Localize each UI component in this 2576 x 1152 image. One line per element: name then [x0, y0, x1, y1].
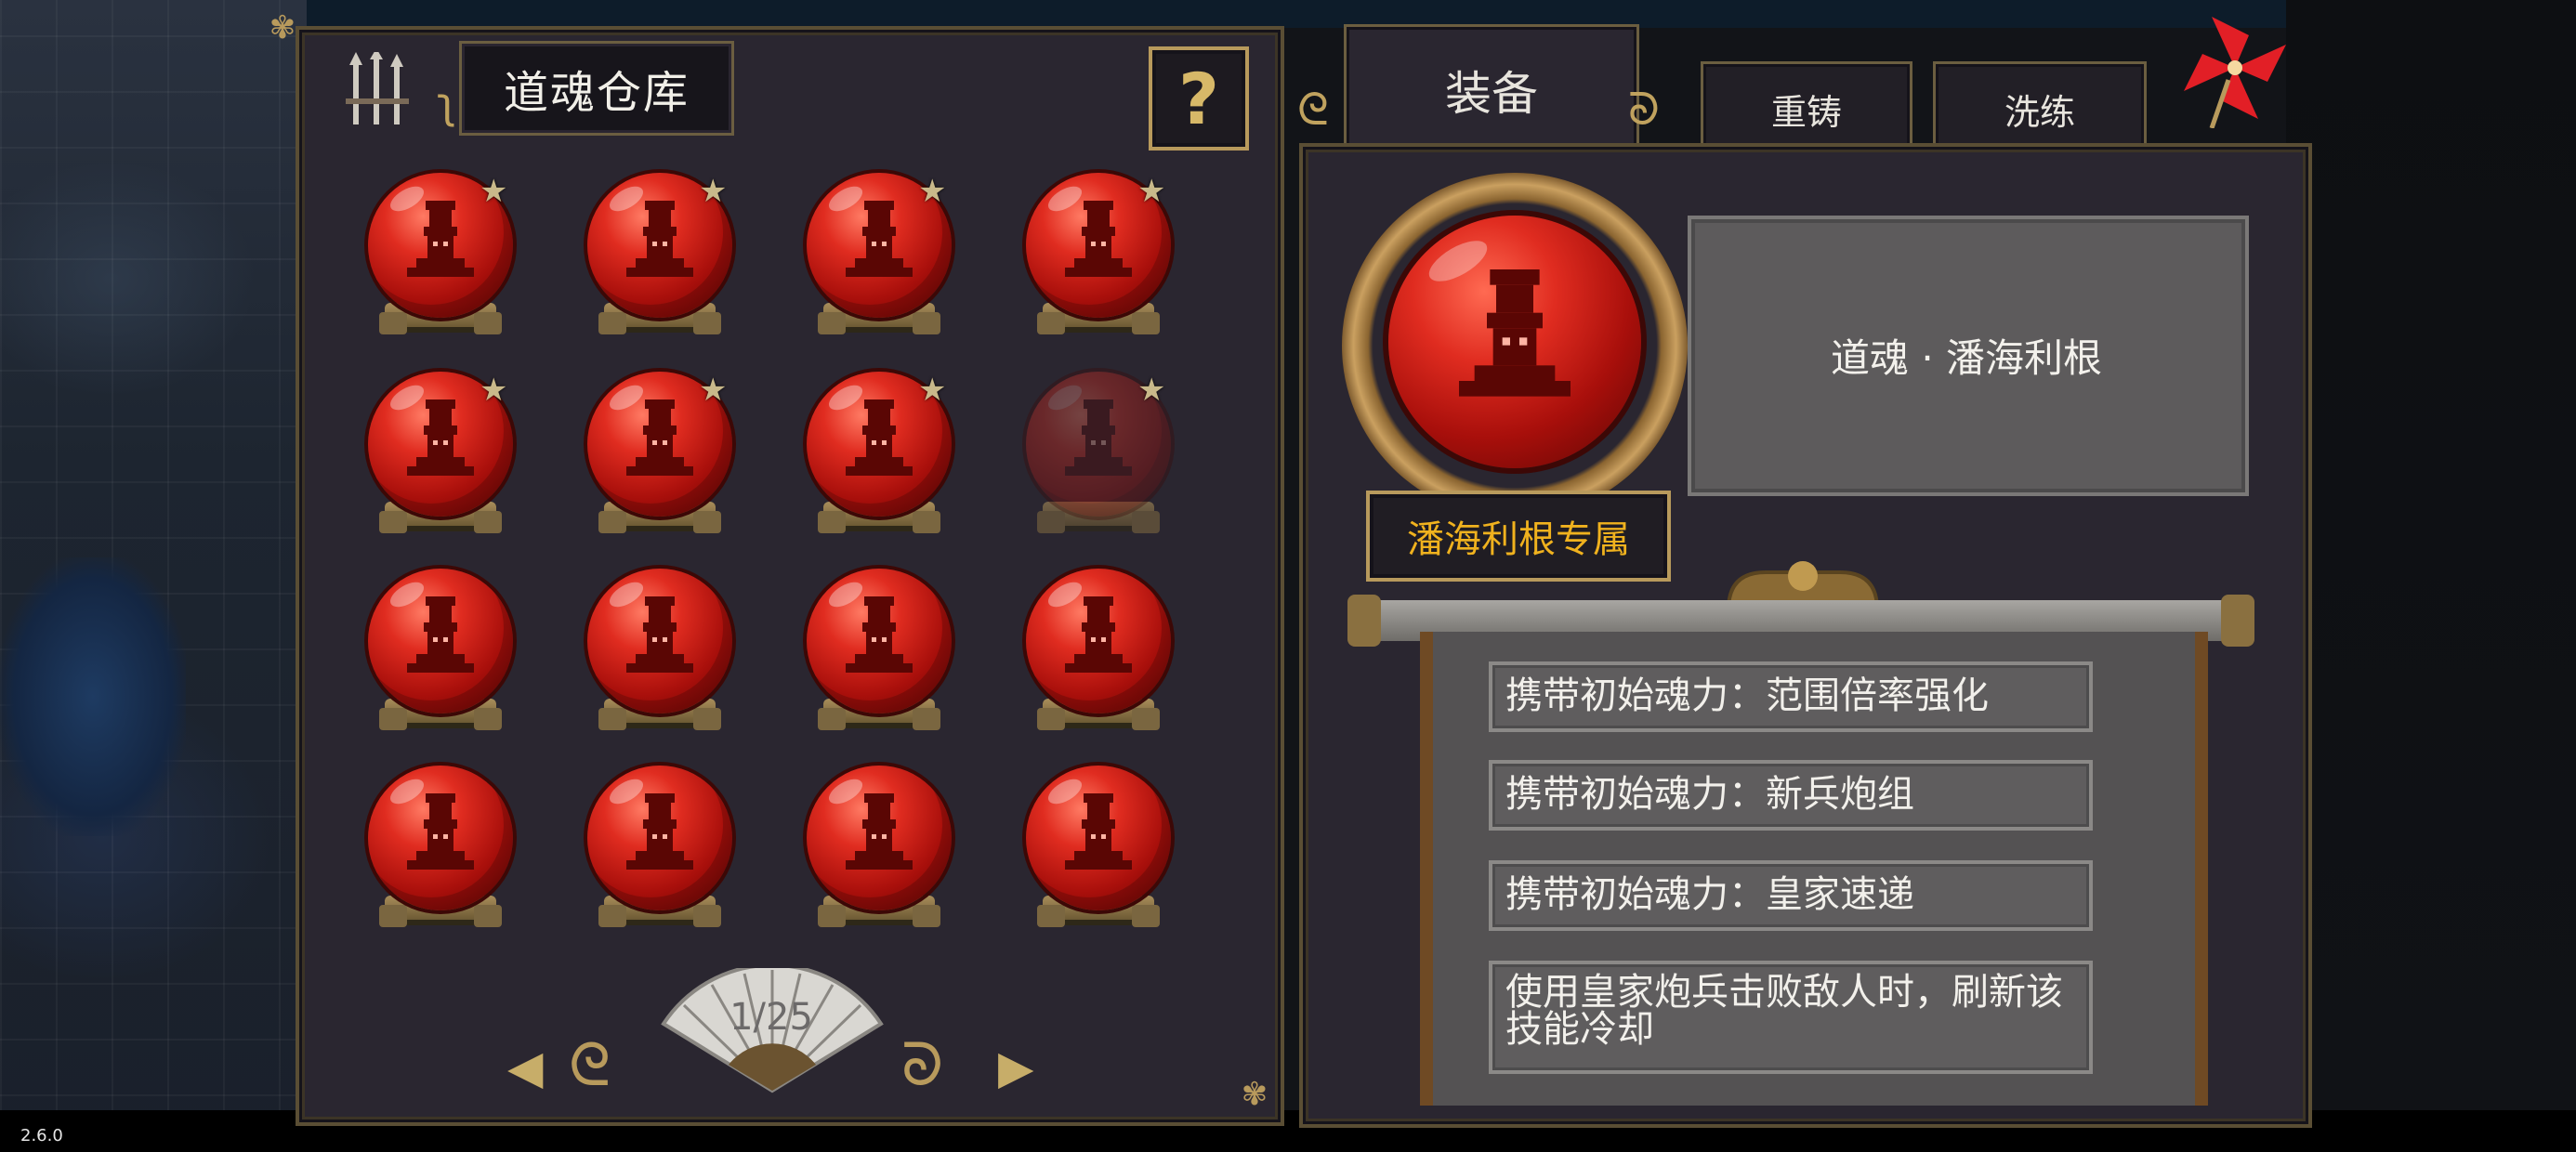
soul-slot[interactable]: ★	[335, 362, 513, 548]
soul-orb-icon	[807, 766, 952, 910]
soul-slot[interactable]	[335, 559, 513, 745]
soul-slot[interactable]: ★	[992, 362, 1171, 548]
soul-slot[interactable]: ★	[992, 164, 1171, 349]
soul-slot[interactable]	[554, 756, 732, 942]
soul-slot[interactable]	[554, 559, 732, 745]
warehouse-title-box: 道魂仓库	[459, 41, 734, 136]
right-background	[2286, 0, 2576, 1152]
soldier-glyph-icon	[1459, 269, 1571, 397]
next-page-arrow-icon[interactable]: ▶	[998, 1041, 1033, 1094]
soul-slot[interactable]: ★	[554, 164, 732, 349]
exclusive-badge: 潘海利根专属	[1366, 491, 1671, 582]
soul-orb-icon	[368, 569, 513, 713]
swirl-ornament-icon: ᘐ	[901, 1031, 944, 1100]
star-icon: ★	[918, 372, 947, 409]
soldier-glyph-icon	[846, 596, 913, 673]
soldier-glyph-icon	[626, 399, 693, 476]
tab-ornament-icon: ᘓ	[1297, 84, 1329, 136]
warehouse-title: 道魂仓库	[503, 67, 690, 119]
soul-slot[interactable]	[992, 756, 1171, 942]
tab-recast[interactable]: 重铸	[1701, 61, 1912, 156]
soul-slot[interactable]	[335, 756, 513, 942]
soul-orb-icon	[587, 569, 732, 713]
soul-slot[interactable]: ★	[773, 362, 952, 548]
help-button[interactable]: ?	[1149, 46, 1249, 151]
title-scroll-icon: ʅ	[437, 78, 457, 128]
effect-row: 携带初始魂力：新兵炮组	[1489, 760, 2093, 831]
star-icon: ★	[1137, 173, 1166, 210]
tab-equip[interactable]: 装备	[1344, 24, 1639, 156]
soldier-glyph-icon	[846, 793, 913, 870]
soldier-glyph-icon	[626, 793, 693, 870]
tab-ornament-icon: ᘐ	[1628, 84, 1660, 136]
soldier-glyph-icon	[1065, 596, 1132, 673]
scroll-knob-right	[2221, 595, 2254, 647]
top-strip	[307, 0, 2305, 28]
soul-slot[interactable]	[773, 756, 952, 942]
soul-slot[interactable]	[992, 559, 1171, 745]
soldier-glyph-icon	[846, 399, 913, 476]
star-icon: ★	[918, 173, 947, 210]
effect-row: 携带初始魂力：皇家速递	[1489, 860, 2093, 931]
player-character	[0, 557, 186, 836]
scroll-knob-left	[1347, 595, 1381, 647]
soldier-glyph-icon	[407, 399, 474, 476]
soldier-glyph-icon	[407, 201, 474, 277]
star-icon: ★	[480, 173, 508, 210]
soldier-glyph-icon	[1065, 793, 1132, 870]
soldier-glyph-icon	[407, 793, 474, 870]
soldier-glyph-icon	[1065, 201, 1132, 277]
close-pinwheel-icon[interactable]	[2175, 7, 2295, 128]
soldier-glyph-icon	[846, 201, 913, 277]
soul-slot[interactable]: ★	[554, 362, 732, 548]
star-icon: ★	[1137, 372, 1166, 409]
star-icon: ★	[699, 173, 728, 210]
soldier-glyph-icon	[407, 596, 474, 673]
soul-orb-icon	[807, 569, 952, 713]
soul-orb-icon	[1026, 569, 1171, 713]
soul-name: 道魂 · 潘海利根	[1830, 334, 2103, 381]
effect-row: 使用皇家炮兵击败敌人时，刷新该技能冷却	[1489, 961, 2093, 1074]
tab-refine[interactable]: 洗练	[1933, 61, 2147, 156]
star-icon: ★	[480, 372, 508, 409]
prev-page-arrow-icon[interactable]: ◀	[507, 1041, 543, 1094]
weapons-icon	[346, 52, 409, 124]
version-label: 2.6.0	[20, 1126, 63, 1145]
corner-ornament-icon: ✾	[269, 9, 296, 46]
soldier-glyph-icon	[626, 201, 693, 277]
soldier-glyph-icon	[1065, 399, 1132, 476]
star-icon: ★	[699, 372, 728, 409]
corner-ornament-icon: ✾	[1241, 1076, 1268, 1113]
soul-slot[interactable]	[773, 559, 952, 745]
effect-row: 携带初始魂力：范围倍率强化	[1489, 661, 2093, 732]
page-indicator: 1/25	[729, 996, 813, 1039]
soul-orb-icon	[1026, 766, 1171, 910]
soul-orb-icon	[368, 766, 513, 910]
soul-slot[interactable]: ★	[773, 164, 952, 349]
soldier-glyph-icon	[626, 596, 693, 673]
soul-slot[interactable]: ★	[335, 164, 513, 349]
swirl-ornament-icon: ᘓ	[569, 1031, 611, 1100]
soul-orb-icon	[587, 766, 732, 910]
